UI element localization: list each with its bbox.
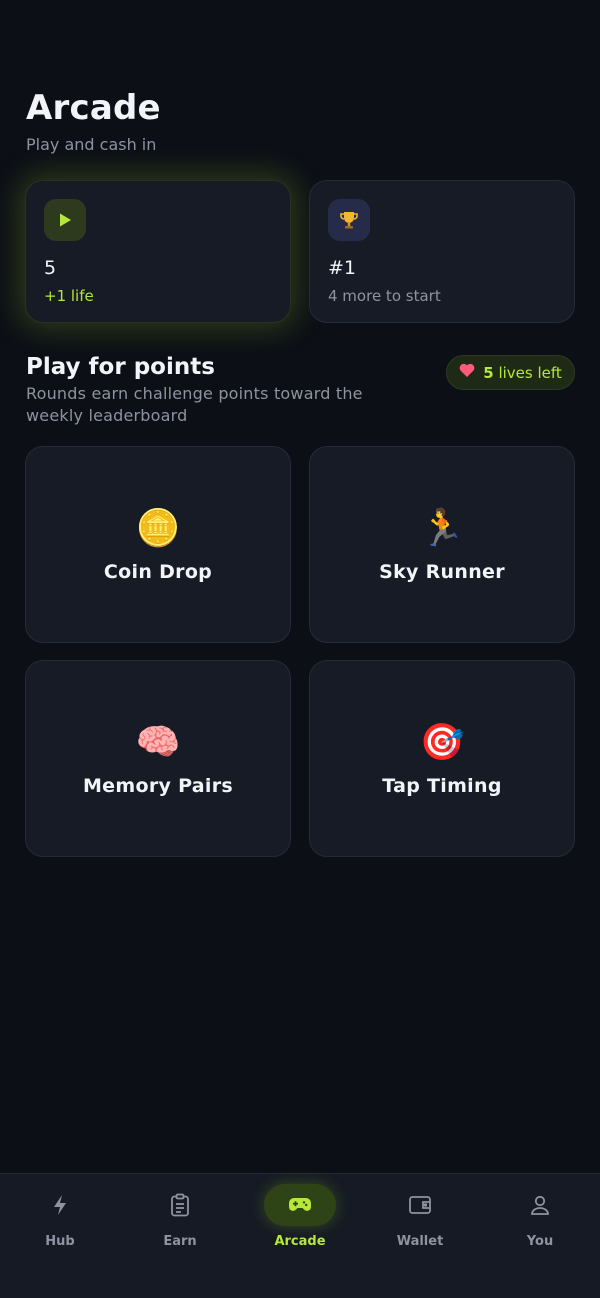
lives-stat-card[interactable]: 5 +1 life	[25, 180, 291, 323]
section-header: Play for points Rounds earn challenge po…	[26, 354, 406, 427]
user-icon	[504, 1184, 576, 1226]
lives-left-count: 5	[483, 363, 494, 382]
tab-earn[interactable]: Earn	[120, 1174, 240, 1269]
tab-label: You	[526, 1234, 554, 1249]
target-icon: 🎯	[419, 721, 465, 763]
tab-label: Hub	[45, 1234, 75, 1249]
game-card-coin-drop[interactable]: 🪙 Coin Drop	[25, 446, 291, 643]
page-header: Arcade Play and cash in	[26, 88, 161, 154]
tab-wallet[interactable]: Wallet	[360, 1174, 480, 1269]
section-description: Rounds earn challenge points toward the …	[26, 384, 363, 425]
lives-left-label: lives left	[498, 363, 562, 382]
clipboard-icon	[144, 1184, 216, 1226]
tab-hub[interactable]: Hub	[0, 1174, 120, 1269]
game-name: Memory Pairs	[82, 774, 234, 797]
bottom-tab-bar: Hub Earn Arcade Wallet You	[0, 1173, 600, 1298]
game-name: Tap Timing	[382, 774, 502, 797]
game-card-sky-runner[interactable]: 🏃 Sky Runner	[309, 446, 575, 643]
game-name: Coin Drop	[103, 560, 213, 583]
bolt-icon	[24, 1184, 96, 1226]
brain-icon: 🧠	[135, 721, 181, 763]
play-icon	[44, 199, 86, 241]
rank-stat-card[interactable]: #1 4 more to start	[309, 180, 575, 323]
tab-you[interactable]: You	[480, 1174, 600, 1269]
rank-value: #1	[328, 257, 357, 279]
game-card-tap-timing[interactable]: 🎯 Tap Timing	[309, 660, 575, 857]
lives-left-badge: 5 lives left	[446, 355, 575, 390]
tab-arcade[interactable]: Arcade	[240, 1174, 360, 1269]
wallet-icon	[384, 1184, 456, 1226]
trophy-icon	[328, 199, 370, 241]
lives-count: 5	[44, 257, 57, 279]
coin-icon: 🪙	[135, 507, 181, 549]
gamepad-icon	[264, 1184, 336, 1226]
tab-label: Wallet	[396, 1234, 444, 1249]
heart-icon	[459, 363, 475, 382]
section-title: Play for points	[26, 354, 215, 380]
tab-label: Earn	[163, 1234, 197, 1249]
game-card-memory-pairs[interactable]: 🧠 Memory Pairs	[25, 660, 291, 857]
page-title: Arcade	[26, 88, 161, 128]
tab-label: Arcade	[274, 1234, 326, 1249]
runner-icon: 🏃	[419, 507, 465, 549]
game-name: Sky Runner	[379, 560, 505, 583]
rank-sub-text: 4 more to start	[328, 287, 441, 305]
lives-regen-text: +1 life	[44, 287, 94, 305]
page-subtitle: Play and cash in	[26, 135, 157, 154]
